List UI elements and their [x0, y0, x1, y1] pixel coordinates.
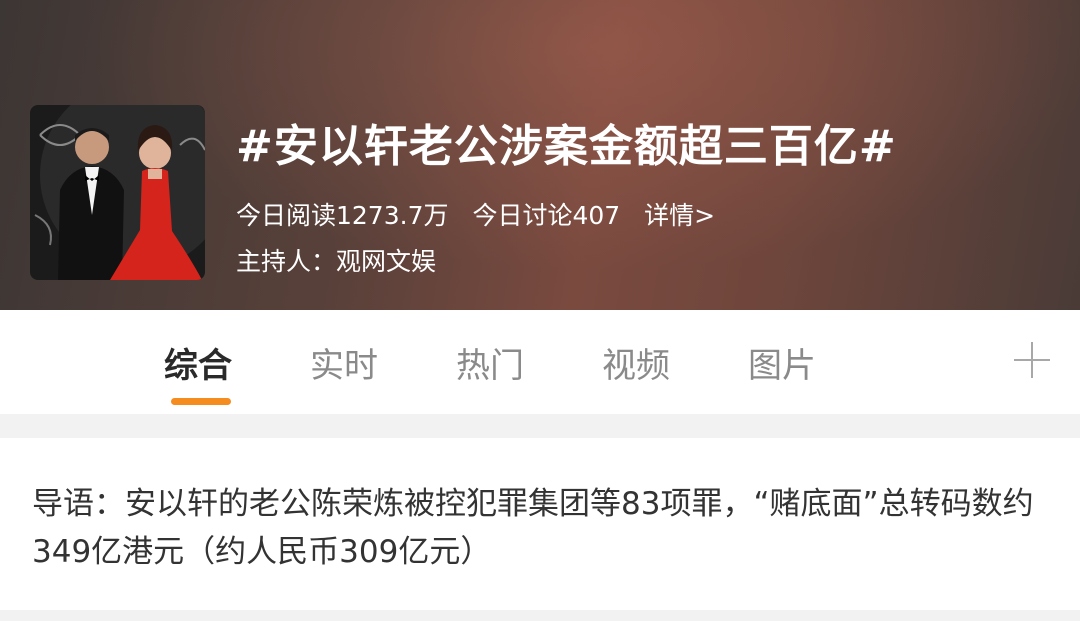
topic-cover-image[interactable]: [30, 105, 205, 280]
plus-icon[interactable]: [1012, 340, 1052, 380]
active-tab-indicator: [171, 398, 231, 405]
intro-card: 导语：安以轩的老公陈荣炼被控犯罪集团等83项罪，“赌底面”总转码数约349亿港元…: [0, 438, 1080, 610]
tab-video[interactable]: 视频: [602, 338, 670, 387]
section-divider: [0, 414, 1080, 438]
details-link[interactable]: 详情>: [644, 201, 715, 230]
tab-bar: 综合 实时 热门 视频 图片: [0, 310, 1080, 414]
topic-host: 主持人：观网文娱: [236, 247, 437, 276]
topic-header: #安以轩老公涉案金额超三百亿# 今日阅读1273.7万 今日讨论407 详情> …: [0, 0, 1080, 310]
tab-comprehensive[interactable]: 综合: [164, 338, 232, 387]
tab-images[interactable]: 图片: [748, 338, 816, 387]
topic-title: #安以轩老公涉案金额超三百亿#: [236, 121, 897, 172]
topic-stats: 今日阅读1273.7万 今日讨论407 详情>: [236, 196, 731, 232]
couple-photo: [30, 105, 205, 280]
tab-hot[interactable]: 热门: [456, 338, 524, 387]
discussions-today: 今日讨论407: [472, 201, 621, 230]
reads-today: 今日阅读1273.7万: [236, 201, 449, 230]
tab-realtime[interactable]: 实时: [310, 338, 378, 387]
intro-text: 导语：安以轩的老公陈荣炼被控犯罪集团等83项罪，“赌底面”总转码数约349亿港元…: [32, 486, 1034, 570]
